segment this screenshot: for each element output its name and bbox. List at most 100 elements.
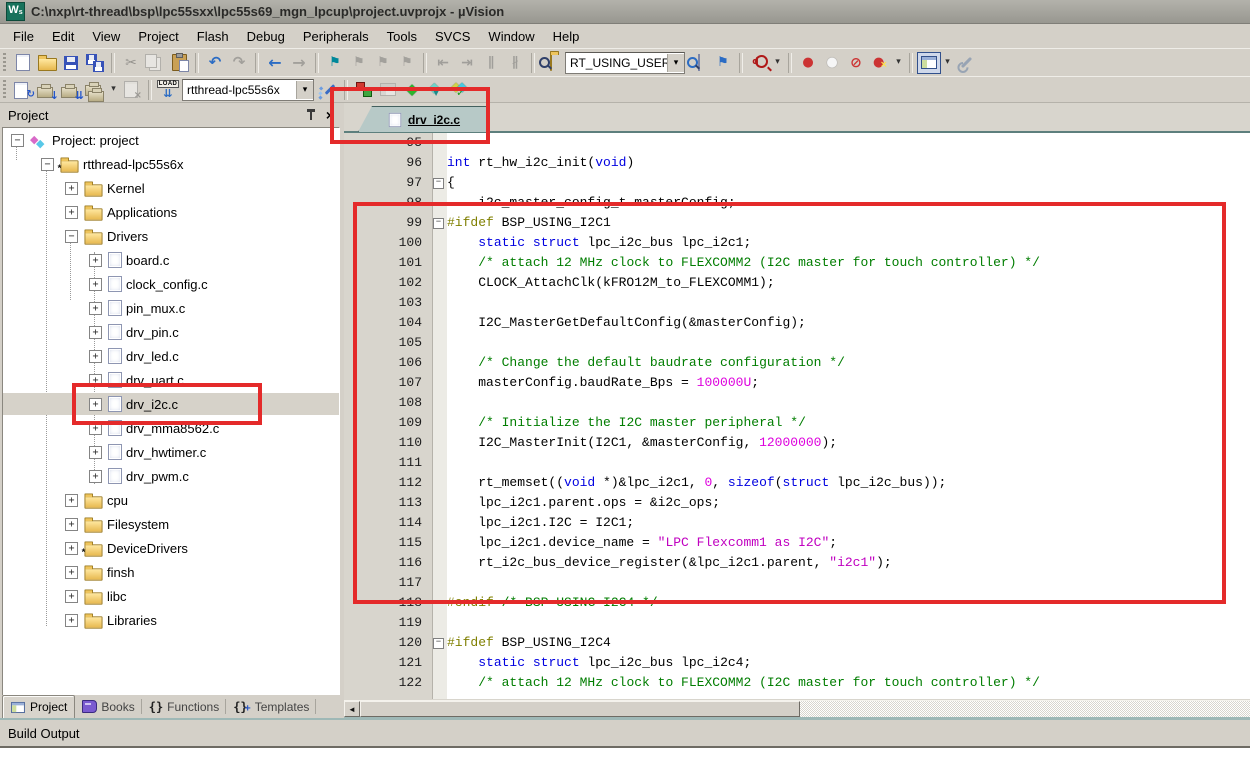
project-tree[interactable]: −◆◆Project: project−*rtthread-lpc55s6x+K… xyxy=(2,127,340,697)
cut-button[interactable]: ✂ xyxy=(119,52,143,74)
tree-item-applications[interactable]: +Applications xyxy=(3,200,339,224)
tree-item-kernel[interactable]: +Kernel xyxy=(3,176,339,200)
search-term-combo[interactable]: RT_USING_USER_MAI▾ xyxy=(565,52,685,74)
menu-item-svcs[interactable]: SVCS xyxy=(426,26,479,47)
tree-expander[interactable]: + xyxy=(89,470,102,483)
new-file-button[interactable] xyxy=(11,52,35,74)
tree-expander[interactable]: + xyxy=(65,590,78,603)
paste-button[interactable] xyxy=(167,52,191,74)
quick-search-dropdown[interactable]: ▾ xyxy=(771,52,784,74)
tree-item-filesystem[interactable]: +Filesystem xyxy=(3,512,339,536)
fold-collapse-icon[interactable]: − xyxy=(433,218,444,229)
menu-item-debug[interactable]: Debug xyxy=(238,26,294,47)
configure-button[interactable] xyxy=(954,52,978,74)
tab-templates[interactable]: {}+Templates xyxy=(226,695,316,718)
undo-button[interactable]: ↶ xyxy=(203,52,227,74)
tree-expander[interactable]: + xyxy=(89,254,102,267)
menu-item-help[interactable]: Help xyxy=(544,26,589,47)
tree-item-libraries[interactable]: +Libraries xyxy=(3,608,339,632)
tree-item-drv-i2c-c[interactable]: +drv_i2c.c xyxy=(3,392,339,416)
tree-item-drv-mma8562-c[interactable]: +drv_mma8562.c xyxy=(3,416,339,440)
tree-expander[interactable]: + xyxy=(89,326,102,339)
tree-expander[interactable]: + xyxy=(89,278,102,291)
navigate-forward-button[interactable]: → xyxy=(287,52,311,74)
rebuild-button[interactable]: ⇊ xyxy=(59,79,83,101)
menu-item-peripherals[interactable]: Peripherals xyxy=(294,26,378,47)
scrollbar-thumb[interactable] xyxy=(360,701,800,717)
tree-expander[interactable]: − xyxy=(11,134,24,147)
menu-item-tools[interactable]: Tools xyxy=(378,26,426,47)
tree-item-clock-config-c[interactable]: +clock_config.c xyxy=(3,272,339,296)
disable-all-breakpoints-button[interactable]: ⊘ xyxy=(844,52,868,74)
translate-button[interactable]: ↻ xyxy=(11,79,35,101)
tree-item-libc[interactable]: +libc xyxy=(3,584,339,608)
tree-expander[interactable]: + xyxy=(65,542,78,555)
tree-item-drv-pwm-c[interactable]: +drv_pwm.c xyxy=(3,464,339,488)
select-packs-button[interactable]: ◆▼ xyxy=(424,79,448,101)
breakpoints-dropdown[interactable]: ▾ xyxy=(892,52,905,74)
save-all-button[interactable] xyxy=(83,52,107,74)
tree-item-drv-led-c[interactable]: +drv_led.c xyxy=(3,344,339,368)
comment-button[interactable]: ∥ xyxy=(479,52,503,74)
bookmark-toggle-button[interactable]: ⚑ xyxy=(323,52,347,74)
window-layout-dropdown[interactable]: ▾ xyxy=(941,52,954,74)
insert-breakpoint-button[interactable]: ● xyxy=(796,52,820,74)
chevron-down-icon[interactable]: ▾ xyxy=(667,54,684,72)
bookmark-clear-all-button[interactable]: ⚑ xyxy=(395,52,419,74)
copy-button[interactable] xyxy=(143,52,167,74)
tree-expander[interactable]: + xyxy=(89,350,102,363)
navigate-back-button[interactable]: ← xyxy=(263,52,287,74)
fold-collapse-icon[interactable]: − xyxy=(433,178,444,189)
file-extensions-button[interactable] xyxy=(352,79,376,101)
menu-item-view[interactable]: View xyxy=(83,26,129,47)
tree-item-drv-hwtimer-c[interactable]: +drv_hwtimer.c xyxy=(3,440,339,464)
uncomment-button[interactable]: ∦ xyxy=(503,52,527,74)
tree-expander[interactable]: + xyxy=(89,398,102,411)
menu-item-flash[interactable]: Flash xyxy=(188,26,238,47)
tree-item-rtthread-lpc55s6x[interactable]: −*rtthread-lpc55s6x xyxy=(3,152,339,176)
bookmark-prev-button[interactable]: ⚑ xyxy=(347,52,371,74)
toolbar-grip[interactable] xyxy=(2,53,8,73)
build-button[interactable]: ↓ xyxy=(35,79,59,101)
target-options-button[interactable] xyxy=(316,79,340,101)
incremental-find-button[interactable]: ⚑ xyxy=(711,52,735,74)
menu-item-file[interactable]: File xyxy=(4,26,43,47)
tree-expander[interactable]: + xyxy=(65,518,78,531)
window-layout-button[interactable] xyxy=(917,52,941,74)
tree-expander[interactable]: + xyxy=(65,614,78,627)
scroll-left-button[interactable]: ◄ xyxy=(344,701,360,717)
find-in-files-dialog-button[interactable] xyxy=(687,52,711,74)
batch-build-button[interactable] xyxy=(83,79,107,101)
pack-installer-button[interactable]: ◆◆✓ xyxy=(448,79,472,101)
bookmark-next-button[interactable]: ⚑ xyxy=(371,52,395,74)
tab-functions[interactable]: {}Functions xyxy=(142,695,226,718)
save-button[interactable] xyxy=(59,52,83,74)
tab-books[interactable]: Books xyxy=(75,695,141,718)
tree-item-pin-mux-c[interactable]: +pin_mux.c xyxy=(3,296,339,320)
tree-expander[interactable]: + xyxy=(89,302,102,315)
download-button[interactable]: LOAD⇊ xyxy=(156,79,180,101)
tree-expander[interactable]: + xyxy=(65,494,78,507)
tree-expander[interactable]: − xyxy=(41,158,54,171)
stop-build-button[interactable]: × xyxy=(120,79,144,101)
manage-rte-button[interactable]: ◆ xyxy=(400,79,424,101)
manage-components-button[interactable] xyxy=(376,79,400,101)
tree-expander[interactable]: + xyxy=(89,374,102,387)
tree-expander[interactable]: + xyxy=(65,182,78,195)
tree-item-drv-pin-c[interactable]: +drv_pin.c xyxy=(3,320,339,344)
batch-build-dropdown[interactable]: ▾ xyxy=(107,79,120,101)
tree-item-finsh[interactable]: +finsh xyxy=(3,560,339,584)
tree-item-board-c[interactable]: +board.c xyxy=(3,248,339,272)
tree-expander[interactable]: + xyxy=(65,566,78,579)
tree-expander[interactable]: + xyxy=(89,422,102,435)
tree-item-cpu[interactable]: +cpu xyxy=(3,488,339,512)
kill-all-breakpoints-button[interactable]: ●× xyxy=(868,52,892,74)
tree-expander[interactable]: + xyxy=(89,446,102,459)
code-editor[interactable]: 9596int rt_hw_i2c_init(void)97−{98 i2c_m… xyxy=(344,133,1250,699)
tree-expander[interactable]: − xyxy=(65,230,78,243)
tree-item-drv-uart-c[interactable]: +drv_uart.c xyxy=(3,368,339,392)
tab-project[interactable]: Project xyxy=(2,695,75,718)
enable-breakpoint-button[interactable]: ● xyxy=(820,52,844,74)
fold-collapse-icon[interactable]: − xyxy=(433,638,444,649)
chevron-down-icon[interactable]: ▾ xyxy=(296,81,313,99)
